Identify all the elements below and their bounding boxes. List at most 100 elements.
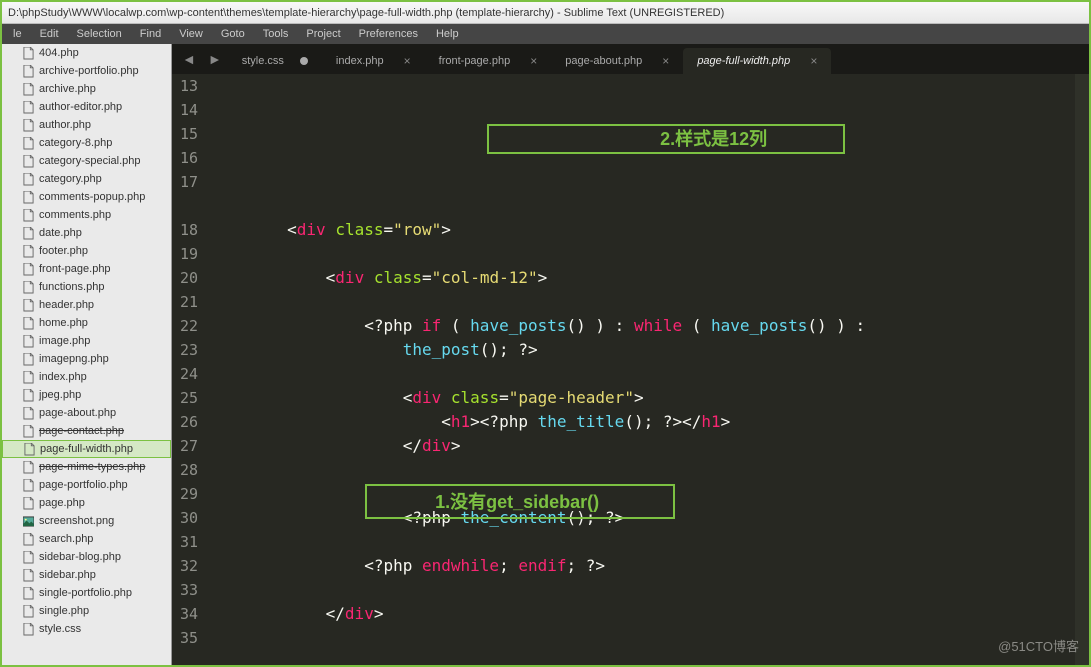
file-item-single-portfolio-php[interactable]: single-portfolio.php xyxy=(2,584,171,602)
file-icon xyxy=(22,173,35,185)
file-item-sidebar-php[interactable]: sidebar.php xyxy=(2,566,171,584)
file-icon xyxy=(22,623,35,635)
menu-item-goto[interactable]: Goto xyxy=(212,28,254,40)
file-item-functions-php[interactable]: functions.php xyxy=(2,278,171,296)
file-item-header-php[interactable]: header.php xyxy=(2,296,171,314)
file-item-page-about-php[interactable]: page-about.php xyxy=(2,404,171,422)
file-item-single-php[interactable]: single.php xyxy=(2,602,171,620)
file-item-comments-popup-php[interactable]: comments-popup.php xyxy=(2,188,171,206)
line-number: 14 xyxy=(180,98,198,122)
code-line: <?php endwhile; endif; ?> xyxy=(210,554,1075,578)
minimap[interactable] xyxy=(1075,74,1089,665)
tab-front-page-php[interactable]: front-page.php × xyxy=(425,48,552,74)
file-item-author-php[interactable]: author.php xyxy=(2,116,171,134)
file-label: style.css xyxy=(39,623,81,635)
tab-close-icon[interactable]: × xyxy=(662,54,669,68)
file-item-author-editor-php[interactable]: author-editor.php xyxy=(2,98,171,116)
file-label: home.php xyxy=(39,317,88,329)
menu-item-project[interactable]: Project xyxy=(297,28,349,40)
image-file-icon xyxy=(22,515,35,527)
file-item-jpeg-php[interactable]: jpeg.php xyxy=(2,386,171,404)
tab-nav-right-icon[interactable]: ► xyxy=(202,51,228,67)
file-icon xyxy=(22,461,35,473)
file-item-index-php[interactable]: index.php xyxy=(2,368,171,386)
code-line xyxy=(210,290,1075,314)
menu-item-le[interactable]: le xyxy=(4,28,31,40)
line-number: 23 xyxy=(180,338,198,362)
menu-item-help[interactable]: Help xyxy=(427,28,468,40)
file-item-sidebar-blog-php[interactable]: sidebar-blog.php xyxy=(2,548,171,566)
menu-item-preferences[interactable]: Preferences xyxy=(350,28,427,40)
file-icon xyxy=(22,533,35,545)
watermark: @51CTO博客 xyxy=(998,635,1079,659)
file-item-archive-php[interactable]: archive.php xyxy=(2,80,171,98)
code-line xyxy=(210,242,1075,266)
tab-page-full-width-php[interactable]: page-full-width.php × xyxy=(683,48,831,74)
file-label: functions.php xyxy=(39,281,104,293)
file-item-page-contact-php[interactable]: page-contact.php xyxy=(2,422,171,440)
code-line xyxy=(210,530,1075,554)
code-area[interactable]: 1314151617 18192021222324252627282930313… xyxy=(172,74,1089,665)
code-line: </div> xyxy=(210,602,1075,626)
file-label: single-portfolio.php xyxy=(39,587,132,599)
tab-label: page-full-width.php xyxy=(697,55,790,67)
file-icon xyxy=(22,371,35,383)
file-item-style-css[interactable]: style.css xyxy=(2,620,171,638)
sidebar-file-tree[interactable]: 404.phparchive-portfolio.phparchive.php a… xyxy=(2,44,172,665)
tab-page-about-php[interactable]: page-about.php× xyxy=(551,48,683,74)
file-item-404-php[interactable]: 404.php xyxy=(2,44,171,62)
menu-item-tools[interactable]: Tools xyxy=(254,28,298,40)
file-item-category-8-php[interactable]: category-8.php xyxy=(2,134,171,152)
file-icon xyxy=(22,479,35,491)
tab-nav-left-icon[interactable]: ◄ xyxy=(176,51,202,67)
code-line: <?php if ( have_posts() ) : while ( have… xyxy=(210,314,1075,338)
file-label: jpeg.php xyxy=(39,389,81,401)
file-item-imagepng-php[interactable]: imagepng.php xyxy=(2,350,171,368)
file-item-image-php[interactable]: image.php xyxy=(2,332,171,350)
line-number: 28 xyxy=(180,458,198,482)
tab-label: index.php xyxy=(336,55,384,67)
code-line xyxy=(210,362,1075,386)
file-item-footer-php[interactable]: footer.php xyxy=(2,242,171,260)
tab-bar: ◄ ► style.cssindex.php×front-page.php×pa… xyxy=(172,44,1089,74)
line-number: 17 xyxy=(180,170,198,194)
file-item-page-mime-types-php[interactable]: page-mime-types.php xyxy=(2,458,171,476)
file-item-archive-portfolio-php[interactable]: archive-portfolio.php xyxy=(2,62,171,80)
file-icon xyxy=(22,245,35,257)
tab-close-icon[interactable]: × xyxy=(530,54,537,68)
file-item-page-portfolio-php[interactable]: page-portfolio.php xyxy=(2,476,171,494)
menu-item-edit[interactable]: Edit xyxy=(31,28,68,40)
file-icon xyxy=(22,551,35,563)
tab-label: front-page.php xyxy=(439,55,511,67)
file-item-category-special-php[interactable]: category-special.php xyxy=(2,152,171,170)
menu-item-view[interactable]: View xyxy=(170,28,212,40)
file-item-screenshot-png[interactable]: screenshot.png xyxy=(2,512,171,530)
file-item-home-php[interactable]: home.php xyxy=(2,314,171,332)
code-line xyxy=(210,458,1075,482)
file-label: single.php xyxy=(39,605,89,617)
code-line: <?php the_content(); ?> xyxy=(210,506,1075,530)
tab-close-icon[interactable]: × xyxy=(810,54,817,68)
file-item-date-php[interactable]: date.php xyxy=(2,224,171,242)
tab-style-css[interactable]: style.css xyxy=(228,48,322,74)
file-label: page.php xyxy=(39,497,85,509)
file-icon xyxy=(22,389,35,401)
file-icon xyxy=(22,299,35,311)
file-item-comments-php[interactable]: comments.php xyxy=(2,206,171,224)
file-label: author-editor.php xyxy=(39,101,122,113)
code-content[interactable]: 2.样式是12列 1.没有get_sidebar() <div class="r… xyxy=(210,74,1075,665)
file-item-front-page-php[interactable]: front-page.php xyxy=(2,260,171,278)
tab-index-php[interactable]: index.php × xyxy=(322,48,425,74)
file-icon xyxy=(22,65,35,77)
file-item-page-full-width-php[interactable]: page-full-width.php xyxy=(2,440,171,458)
file-label: comments-popup.php xyxy=(39,191,145,203)
file-label: screenshot.png xyxy=(39,515,114,527)
file-item-category-php[interactable]: category.php xyxy=(2,170,171,188)
tab-close-icon[interactable]: × xyxy=(404,54,411,68)
annotation-label-1: 1.没有get_sidebar() xyxy=(435,490,599,514)
menu-item-find[interactable]: Find xyxy=(131,28,170,40)
file-item-page-php[interactable]: page.php xyxy=(2,494,171,512)
line-number: 24 xyxy=(180,362,198,386)
menu-item-selection[interactable]: Selection xyxy=(68,28,131,40)
file-item-search-php[interactable]: search.php xyxy=(2,530,171,548)
